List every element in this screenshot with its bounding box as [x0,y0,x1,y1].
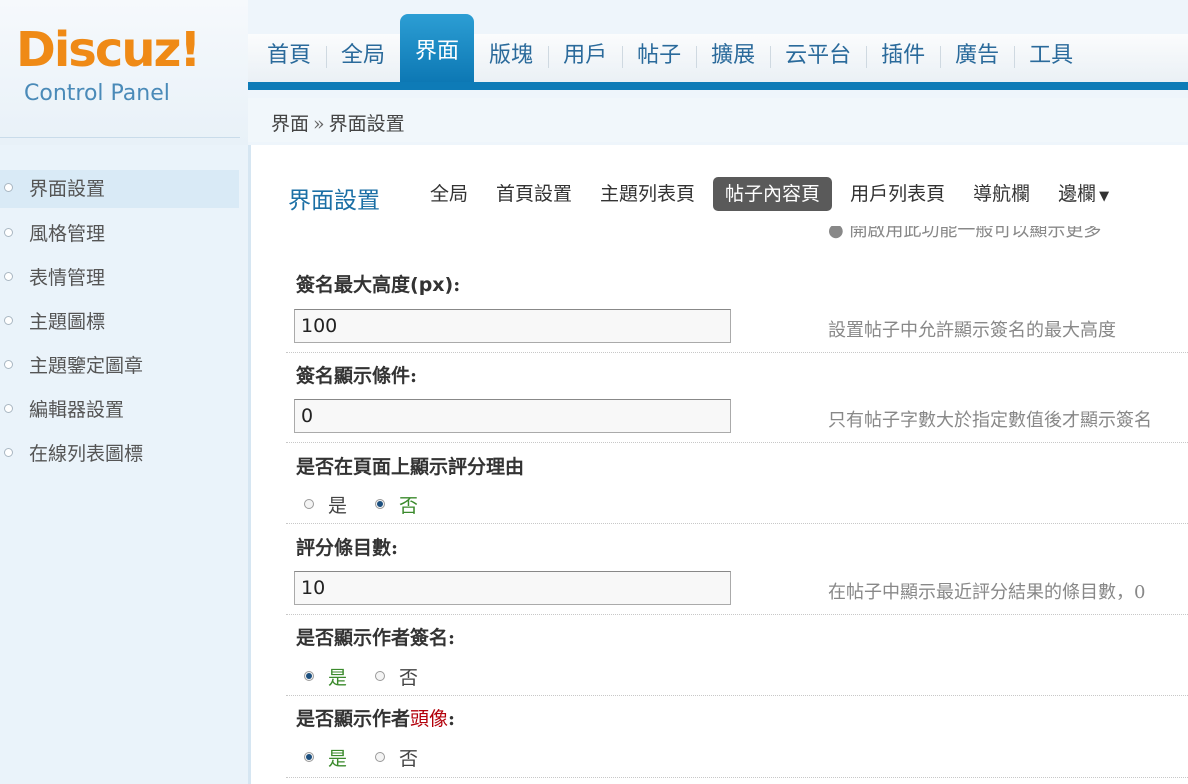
subtab-bar: 全局 首頁設置 主題列表頁 帖子內容頁 用戶列表頁 導航欄 邊欄 ▼ [416,176,1123,212]
sidebar-item-label: 編輯器設置 [29,399,125,421]
logo-subtitle: Control Panel [24,81,170,106]
signature-condition-label: 簽名顯示條件: [296,365,418,387]
bullet-icon [4,404,13,413]
row-divider [286,614,1188,615]
subtab-sidebar[interactable]: 邊欄 ▼ [1044,177,1123,211]
clipped-tip: ● 開啟用此功能一般可以顯示更多 [828,226,1158,246]
row-divider [286,442,1188,443]
subtab-user-list[interactable]: 用戶列表頁 [836,177,959,211]
page-title: 界面設置 [288,188,380,214]
nav-item-global[interactable]: 全局 [326,34,400,82]
clipped-tip-text: ● 開啟用此功能一般可以顯示更多 [828,226,1102,241]
rate-count-input[interactable]: 10 [294,571,731,605]
show-signature-label: 是否顯示作者簽名: [296,627,456,649]
breadcrumb-current: 界面設置 [328,113,405,135]
subtab-home-settings[interactable]: 首頁設置 [482,177,586,211]
show-signature-no-radio[interactable] [375,671,386,681]
bullet-icon [4,316,13,325]
show-rate-reason-yes-label[interactable]: 是 [328,491,347,518]
sidebar-item-stamps[interactable]: 主題鑒定圖章 [0,347,239,385]
show-rate-reason-no-label[interactable]: 否 [399,491,418,518]
main-nav: 首頁 全局 界面 版塊 用戶 帖子 擴展 云平台 插件 廣告 工具 [252,14,1088,82]
breadcrumb: 界面» 界面設置 [271,109,405,136]
sidebar-item-online-list-icons[interactable]: 在線列表圖標 [0,435,239,473]
nav-item-extensions[interactable]: 擴展 [696,34,770,82]
sidebar-item-interface-settings[interactable]: 界面設置 [0,170,239,208]
show-avatar-label-colon: : [448,708,456,730]
sidebar-item-label: 主題鑒定圖章 [29,355,144,377]
signature-height-unit: (px) [410,274,454,296]
signature-height-colon: : [453,274,461,296]
subtab-thread-list[interactable]: 主題列表頁 [586,177,709,211]
show-signature-radio-group: 是 否 [304,663,446,690]
nav-underline [248,82,1188,90]
show-avatar-yes-label[interactable]: 是 [328,744,347,771]
sidebar-item-label: 在線列表圖標 [29,443,144,465]
signature-height-input[interactable]: 100 [294,309,731,343]
bullet-icon [4,272,13,281]
nav-item-forums[interactable]: 版塊 [474,34,548,82]
bullet-icon [4,360,13,369]
bullet-icon [4,228,13,237]
nav-item-plugins[interactable]: 插件 [866,34,940,82]
row-divider [286,777,1188,778]
nav-item-tools[interactable]: 工具 [1014,34,1088,82]
logo-wordmark: Discuz! [16,22,201,78]
row-divider [286,523,1188,524]
signature-height-label: 簽名最大高度(px): [296,270,460,297]
signature-height-tip: 設置帖子中允許顯示簽名的最大高度 [828,320,1116,341]
dropdown-arrow-icon: ▼ [1099,189,1110,204]
sidebar-item-thread-icons[interactable]: 主題圖標 [0,303,239,341]
row-divider [286,695,1188,696]
sidebar: 界面設置 風格管理 表情管理 主題圖標 主題鑒定圖章 編輯器設置 在線列表圖標 [0,145,251,784]
sidebar-item-style-manager[interactable]: 風格管理 [0,215,239,253]
show-rate-reason-radio-group: 是 否 [304,491,446,518]
subtab-post-content[interactable]: 帖子內容頁 [713,177,833,211]
sidebar-item-label: 表情管理 [29,267,106,289]
show-signature-yes-label[interactable]: 是 [328,663,347,690]
nav-item-cloud[interactable]: 云平台 [770,34,866,82]
logo-divider [0,137,240,138]
show-avatar-label: 是否顯示作者頭像: [296,704,455,731]
show-rate-reason-label: 是否在頁面上顯示評分理由 [296,456,525,478]
nav-item-interface[interactable]: 界面 [400,14,475,82]
sidebar-item-label: 界面設置 [29,178,106,200]
show-avatar-radio-group: 是 否 [304,744,446,771]
sidebar-item-editor-settings[interactable]: 編輯器設置 [0,391,239,429]
signature-condition-tip: 只有帖子字數大於指定數值後才顯示簽名 [828,410,1152,431]
sidebar-item-smilies[interactable]: 表情管理 [0,259,239,297]
subtab-sidebar-label: 邊欄 [1058,183,1097,205]
show-signature-yes-radio[interactable] [304,671,314,681]
show-rate-reason-no-radio[interactable] [375,499,386,509]
row-divider [286,352,1188,353]
nav-item-home[interactable]: 首頁 [252,34,326,82]
show-avatar-no-radio[interactable] [375,752,386,762]
nav-item-posts[interactable]: 帖子 [622,34,696,82]
signature-height-label-text: 簽名最大高度 [296,274,411,296]
subtab-navbar[interactable]: 導航欄 [959,177,1044,211]
show-signature-no-label[interactable]: 否 [399,663,418,690]
breadcrumb-parent[interactable]: 界面 [271,113,309,135]
show-avatar-label-text: 是否顯示作者 [296,708,411,730]
show-avatar-no-label[interactable]: 否 [399,744,418,771]
logo[interactable]: Discuz! Control Panel [0,0,248,145]
nav-item-users[interactable]: 用戶 [548,34,622,82]
rate-count-tip: 在帖子中顯示最近評分結果的條目數，0 [828,582,1146,603]
breadcrumb-separator: » [313,113,325,135]
sidebar-item-label: 風格管理 [29,223,106,245]
show-rate-reason-yes-radio[interactable] [304,499,314,509]
subtab-global[interactable]: 全局 [416,177,482,211]
bullet-icon [4,448,13,457]
signature-condition-input[interactable]: 0 [294,399,731,433]
bullet-icon [4,183,13,192]
show-avatar-yes-radio[interactable] [304,752,314,762]
rate-count-label: 評分條目數: [296,537,399,559]
header: Discuz! Control Panel 首頁 全局 界面 版塊 用戶 帖子 … [0,0,1188,145]
sidebar-item-label: 主題圖標 [29,311,106,333]
nav-item-ads[interactable]: 廣告 [940,34,1014,82]
show-avatar-label-highlight: 頭像 [410,708,449,730]
